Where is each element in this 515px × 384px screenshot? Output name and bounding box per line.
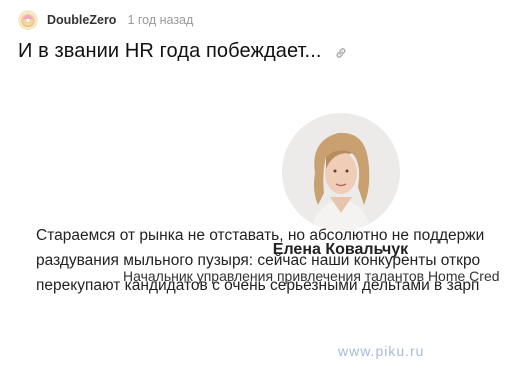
person-photo bbox=[282, 113, 400, 231]
post-header: DoubleZero 1 год назад bbox=[18, 8, 193, 32]
avatar[interactable] bbox=[18, 10, 38, 30]
doughnut-emoji-icon bbox=[21, 14, 35, 27]
watermark: www.piku.ru bbox=[338, 343, 425, 359]
post-title-row: И в звании HR года побеждает... bbox=[18, 40, 348, 63]
quote-line: раздувания мыльного пузыря: сейчас наши … bbox=[36, 252, 481, 269]
quote-line: перекупают кандидатов с очень серьезными… bbox=[36, 277, 480, 294]
post-title[interactable]: И в звании HR года побеждает... bbox=[18, 40, 322, 63]
article-quote: Стараемся от рынка не отставать, но абсо… bbox=[36, 223, 515, 298]
post-time[interactable]: 1 год назад bbox=[127, 13, 193, 27]
quote-line: Стараемся от рынка не отставать, но абсо… bbox=[36, 227, 485, 244]
author-name[interactable]: DoubleZero bbox=[47, 13, 116, 27]
link-icon[interactable] bbox=[334, 46, 348, 60]
